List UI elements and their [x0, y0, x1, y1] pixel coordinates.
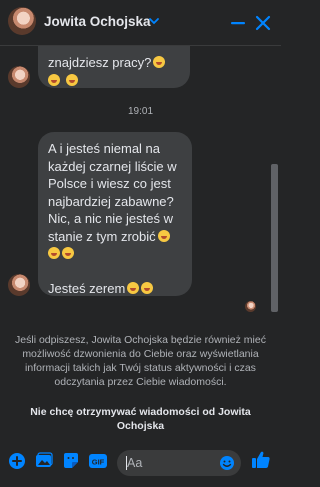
- svg-text:GIF: GIF: [92, 458, 105, 467]
- laughing-emoji-icon: [48, 73, 60, 86]
- message-bubble[interactable]: znajdziesz pracy?: [38, 46, 190, 88]
- minimize-icon[interactable]: [230, 14, 246, 32]
- chat-header: Jowita Ochojska: [0, 0, 281, 46]
- scrollbar-thumb[interactable]: [271, 164, 278, 312]
- plus-circle-icon[interactable]: [8, 452, 26, 470]
- laughing-emoji-icon: [48, 247, 60, 259]
- chevron-down-icon[interactable]: [148, 15, 160, 27]
- laughing-emoji-icon: [141, 282, 154, 294]
- message-line: A i jesteś niemal na: [48, 141, 161, 156]
- sender-avatar: [8, 274, 30, 296]
- message-bubble[interactable]: A i jesteś niemal na każdej czarnej liśc…: [38, 132, 192, 296]
- seen-indicator-avatar: [245, 301, 256, 312]
- message-line: każdej czarnej liście w: [48, 158, 177, 174]
- like-thumb-icon[interactable]: [251, 450, 271, 470]
- message-text: znajdziesz pracy?: [48, 55, 152, 70]
- laughing-emoji-icon: [153, 56, 166, 68]
- message-line: najbardziej zabawne?: [48, 193, 174, 209]
- message-line: Nic, a nic nie jesteś w: [48, 211, 173, 226]
- photo-icon[interactable]: [35, 452, 53, 470]
- laughing-emoji-icon: [62, 247, 74, 259]
- sender-avatar: [8, 66, 30, 88]
- contact-name[interactable]: Jowita Ochojska: [44, 14, 151, 29]
- privacy-notice: Jeśli odpiszesz, Jowita Ochojska będzie …: [15, 334, 266, 388]
- message-list: znajdziesz pracy? 19:01 A i jesteś niema…: [0, 46, 281, 318]
- sticker-icon[interactable]: [62, 452, 80, 470]
- message-line: Jesteś zerem: [48, 281, 126, 296]
- contact-avatar[interactable]: [8, 7, 36, 35]
- gif-icon[interactable]: GIF: [88, 452, 108, 470]
- message-timestamp: 19:01: [127, 106, 154, 117]
- message-line: Polsce i wiesz co jest: [48, 176, 171, 191]
- block-messages-link[interactable]: Nie chcę otrzymywać wiadomości od Jowita…: [14, 405, 267, 433]
- message-input[interactable]: [127, 454, 219, 472]
- emoji-icon[interactable]: [219, 455, 235, 471]
- message-line: stanie z tym zrobić: [48, 228, 156, 244]
- laughing-emoji-icon: [127, 282, 140, 294]
- message-input-wrapper[interactable]: [117, 450, 241, 476]
- chat-window: Jowita Ochojska znajdziesz pracy? 19:01 …: [0, 0, 281, 487]
- close-icon[interactable]: [254, 14, 272, 32]
- message-composer: GIF: [0, 444, 281, 487]
- laughing-emoji-icon: [157, 229, 170, 242]
- laughing-emoji-icon: [65, 73, 78, 86]
